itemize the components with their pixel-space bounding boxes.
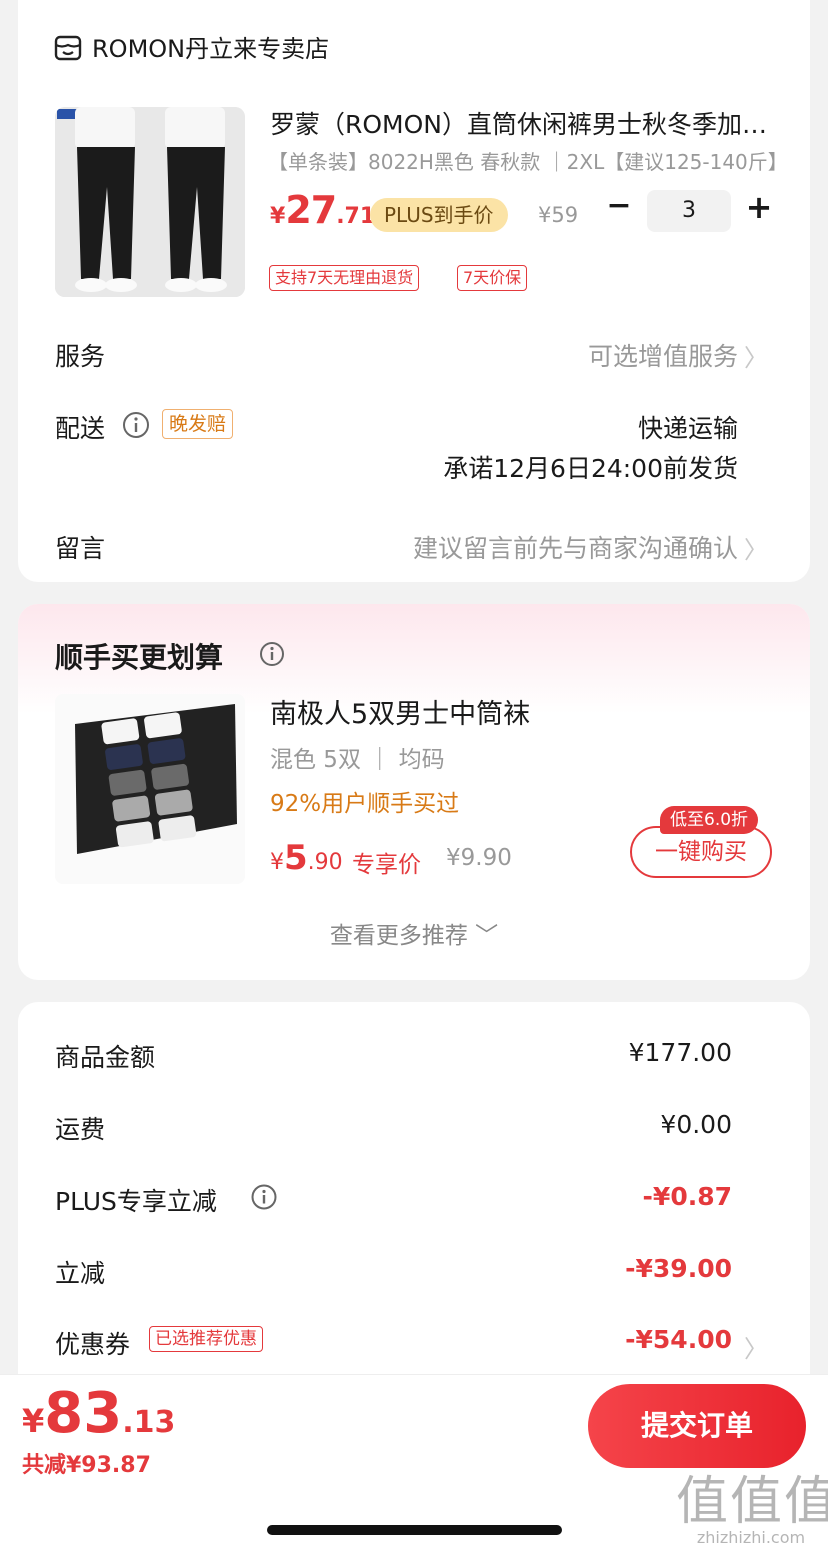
price-decimal: .13 (122, 1405, 176, 1440)
watermark-url: zhizhizhi.com (696, 1528, 806, 1547)
shipping-label: 配送 (55, 414, 106, 443)
addon-item-name[interactable]: 南极人5双男士中筒袜 (270, 692, 530, 731)
info-icon[interactable] (122, 411, 150, 439)
quantity-decrease-button[interactable]: − (604, 191, 634, 223)
late-compensation-badge: 晚发赔 (162, 409, 234, 439)
price-symbol: ¥ (270, 850, 284, 875)
price-summary-card: 商品金额 ¥177.00 运费 ¥0.00 PLUS专享立减 -¥0.87 立减… (18, 1002, 810, 1422)
plus-price-badge: PLUS到手价 (370, 198, 508, 232)
coupon-badge: 已选推荐优惠 (149, 1326, 263, 1352)
pants-illustration (55, 107, 245, 297)
product-spec[interactable]: 【单条装】8022H黑色 春秋款 ｜2XL【建议125-140斤】 (268, 146, 788, 175)
store-icon (54, 35, 82, 61)
store-name[interactable]: ROMON丹立来专卖店 (92, 29, 329, 64)
order-card-body: ROMON丹立来专卖店 罗蒙（ROMON）直筒休闲裤男士秋冬季加绒加厚运动裤 【… (18, 0, 810, 582)
socks-image[interactable] (55, 694, 245, 884)
service-value[interactable]: 可选增值服务 (588, 337, 738, 373)
return-policy-tag: 支持7天无理由退货 (269, 265, 420, 291)
shipping-method: 快递运输 (637, 414, 738, 443)
watermark: 值值值 zhizhizhi.com (676, 1459, 828, 1547)
price-integer: 27 (285, 188, 337, 232)
chevron-right-icon[interactable]: 〉 (744, 338, 768, 373)
total-price: ¥83.13 (22, 1381, 175, 1446)
socks-box-illustration (55, 694, 245, 884)
chevron-right-icon[interactable]: 〉 (744, 1329, 768, 1364)
summary-label-reduction: 立减 (55, 1259, 106, 1288)
service-label: 服务 (55, 342, 106, 371)
price-symbol: ¥ (22, 1402, 45, 1440)
watermark-text: 值值值 (676, 1472, 828, 1532)
discount-badge: 低至6.0折 (660, 806, 759, 834)
checkout-bar: ¥83.13 共减¥93.87 提交订单 值值值 zhizhizhi.com (0, 1374, 828, 1551)
summary-value-plus: -¥0.87 (642, 1182, 732, 1211)
price-integer: 5 (284, 838, 308, 878)
addon-card: 顺手买更划算 南极人5双男士中筒袜 混色 5双 ｜ 均码 92%用户顺手买过 ¥… (18, 604, 810, 980)
message-label: 留言 (55, 534, 106, 563)
addon-original-price: ¥9.90 (446, 845, 512, 871)
summary-label-goods: 商品金额 (55, 1043, 156, 1072)
info-icon[interactable] (258, 640, 286, 668)
more-recommendations-link[interactable]: 查看更多推荐 ﹀ (18, 916, 810, 950)
product-image[interactable] (55, 107, 245, 297)
summary-value-reduction: -¥39.00 (625, 1254, 732, 1283)
quantity-input[interactable]: 3 (647, 190, 731, 232)
original-price: ¥59 (538, 203, 579, 227)
product-price: ¥27.71 (270, 188, 375, 232)
addon-item-spec: 混色 5双 ｜ 均码 (270, 747, 445, 773)
order-card: ROMON丹立来专卖店 罗蒙（ROMON）直筒休闲裤男士秋冬季加绒加厚运动裤 【… (18, 0, 810, 582)
message-input[interactable]: 建议留言前先与商家沟通确认 (413, 529, 738, 565)
chevron-right-icon[interactable]: 〉 (744, 530, 768, 565)
addon-item-popularity: 92%用户顺手买过 (270, 791, 460, 817)
addon-title: 顺手买更划算 (55, 641, 224, 674)
submit-order-button[interactable]: 提交订单 (588, 1384, 806, 1468)
shipping-promise: 承诺12月6日24:00前发货 (443, 454, 738, 483)
summary-label-plus: PLUS专享立减 (55, 1187, 217, 1216)
summary-value-freight: ¥0.00 (660, 1110, 732, 1139)
summary-label-freight: 运费 (55, 1115, 106, 1144)
summary-value-goods: ¥177.00 (628, 1038, 732, 1067)
summary-value-coupon[interactable]: -¥54.00 (625, 1325, 732, 1354)
summary-label-coupon[interactable]: 优惠券 (55, 1325, 130, 1361)
product-title[interactable]: 罗蒙（ROMON）直筒休闲裤男士秋冬季加绒加厚运动裤 (270, 105, 780, 141)
addon-item-price: ¥5.90 (270, 838, 343, 878)
price-integer: 83 (44, 1381, 123, 1446)
quantity-increase-button[interactable]: + (744, 191, 774, 223)
info-icon[interactable] (250, 1183, 278, 1211)
home-indicator[interactable] (267, 1525, 562, 1535)
total-saved: 共减¥93.87 (22, 1453, 151, 1478)
price-decimal: .90 (307, 850, 343, 875)
price-protection-tag: 7天价保 (457, 265, 528, 291)
price-symbol: ¥ (270, 204, 286, 229)
exclusive-price-label: 专享价 (352, 852, 421, 878)
